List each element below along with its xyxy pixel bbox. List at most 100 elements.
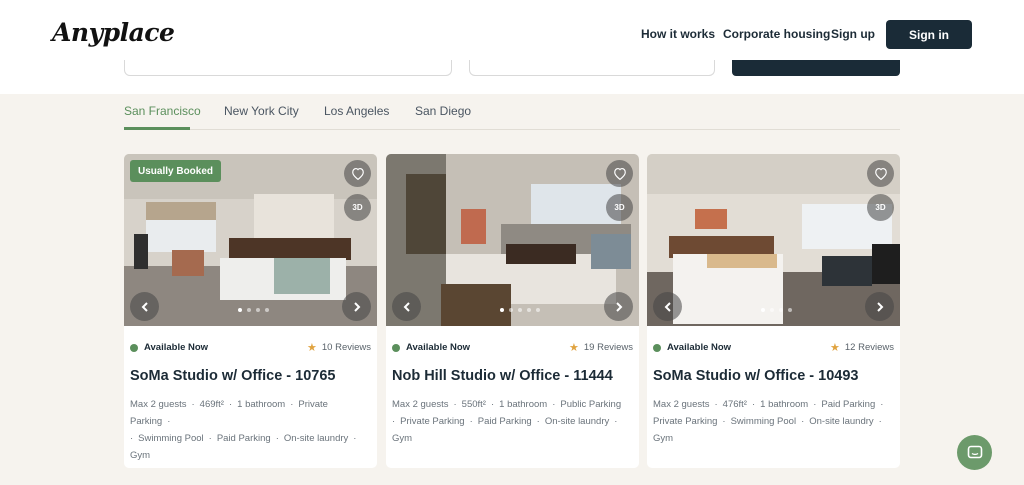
listing-card[interactable]: Usually Booked 3D Available Now ★ 10 Rev… [124,154,377,468]
listing-photo[interactable]: 3D [647,154,900,326]
amenity: Private Parking [653,416,718,427]
amenity: 1 bathroom [499,399,548,410]
site-header: Anyplace How it works Corporate housing … [0,0,1024,94]
amenity: Gym [130,450,151,461]
usually-booked-badge: Usually Booked [130,160,222,182]
3d-tour-label: 3D [352,203,363,212]
amenity: Max 2 guests [130,399,187,410]
3d-tour-label: 3D [875,203,886,212]
amenities-list: Max 2 guests · 550ft² · 1 bathroom · Public Pa… [392,399,622,444]
listing-card[interactable]: 3D Available Now ★ 12 Reviews SoMa Studi… [647,154,900,468]
amenity: On-site laundry [809,416,874,427]
photo-pagination [238,308,269,312]
reviews-count: 19 Reviews [583,342,633,353]
tab-divider [124,129,900,130]
listing-title[interactable]: SoMa Studio w/ Office - 10765 [130,368,335,384]
pagination-dot[interactable] [770,308,774,312]
amenity: Gym [392,433,413,444]
tab-san-diego[interactable]: San Diego [415,104,471,118]
chevron-left-icon[interactable] [653,292,682,321]
tab-los-angeles[interactable]: Los Angeles [324,104,389,118]
listing-photo[interactable]: Usually Booked 3D [124,154,377,326]
3d-tour-label: 3D [614,203,625,212]
availability-status: Available Now [653,342,731,353]
logo[interactable]: Anyplace [52,18,175,47]
available-dot-icon [653,343,661,352]
pagination-dot[interactable] [527,308,531,312]
pagination-dot[interactable] [779,308,783,312]
amenity: Swimming Pool [138,433,204,444]
listing-title[interactable]: SoMa Studio w/ Office - 10493 [653,368,858,384]
chevron-right-icon[interactable] [604,292,633,321]
date-search-field[interactable] [469,60,715,76]
photo-pagination [500,308,540,312]
3d-tour-icon[interactable]: 3D [867,194,894,221]
heart-icon[interactable] [606,160,633,187]
chevron-right-icon[interactable] [342,292,371,321]
listing-title[interactable]: Nob Hill Studio w/ Office - 11444 [392,368,613,384]
reviews-summary[interactable]: ★ 12 Reviews [830,341,894,354]
amenity: 476ft² [722,399,747,410]
amenity: Paid Parking [477,416,532,427]
pagination-dot[interactable] [761,308,765,312]
reviews-count: 10 Reviews [321,342,371,353]
sign-in-button[interactable]: Sign in [886,20,972,49]
reviews-count: 12 Reviews [844,342,894,353]
amenities-list: Max 2 guests · 476ft² · 1 bathroom · Paid Park… [653,399,884,444]
heart-icon[interactable] [344,160,371,187]
reviews-summary[interactable]: ★ 19 Reviews [569,341,633,354]
chat-icon [967,445,982,458]
chevron-right-icon[interactable] [865,292,894,321]
pagination-dot[interactable] [518,308,522,312]
pagination-dot[interactable] [788,308,792,312]
available-dot-icon [392,343,400,352]
listing-photo[interactable]: 3D [386,154,639,326]
amenity: 469ft² [199,399,224,410]
availability-label: Available Now [406,342,471,353]
reviews-summary[interactable]: ★ 10 Reviews [307,341,371,354]
amenity: Public Parking [560,399,622,410]
available-dot-icon [130,343,138,352]
amenity: 1 bathroom [760,399,809,410]
3d-tour-icon[interactable]: 3D [606,194,633,221]
chat-launcher-button[interactable] [957,435,992,470]
pagination-dot[interactable] [500,308,504,312]
listing-card[interactable]: 3D Available Now ★ 19 Reviews Nob Hill S… [386,154,639,468]
amenity: 1 bathroom [237,399,286,410]
amenities-list: Max 2 guests · 469ft² · 1 bathroom · Private P… [130,399,357,461]
chevron-left-icon[interactable] [392,292,421,321]
heart-icon[interactable] [867,160,894,187]
star-icon: ★ [307,342,317,354]
location-search-field[interactable] [124,60,452,76]
nav-how-it-works[interactable]: How it works [641,27,715,41]
tab-san-francisco[interactable]: San Francisco [124,104,201,118]
availability-status: Available Now [392,342,470,353]
tab-new-york-city[interactable]: New York City [224,104,299,118]
nav-sign-up[interactable]: Sign up [831,27,875,41]
amenity: Max 2 guests [653,399,710,410]
amenity: Max 2 guests [392,399,449,410]
pagination-dot[interactable] [247,308,251,312]
amenity: Paid Parking [216,433,271,444]
availability-status: Available Now [130,342,208,353]
pagination-dot[interactable] [509,308,513,312]
amenity: Gym [653,433,674,444]
amenity: Swimming Pool [730,416,797,427]
availability-label: Available Now [667,342,732,353]
3d-tour-icon[interactable]: 3D [344,194,371,221]
pagination-dot[interactable] [265,308,269,312]
star-icon: ★ [830,342,840,354]
availability-label: Available Now [144,342,209,353]
amenity: Paid Parking [821,399,876,410]
amenity: Private Parking [400,416,465,427]
amenity: 550ft² [461,399,486,410]
active-tab-indicator [124,127,190,130]
star-icon: ★ [569,342,579,354]
pagination-dot[interactable] [238,308,242,312]
chevron-left-icon[interactable] [130,292,159,321]
pagination-dot[interactable] [536,308,540,312]
search-button[interactable] [732,60,900,76]
photo-pagination [761,308,792,312]
nav-corporate-housing[interactable]: Corporate housing [723,27,830,41]
pagination-dot[interactable] [256,308,260,312]
